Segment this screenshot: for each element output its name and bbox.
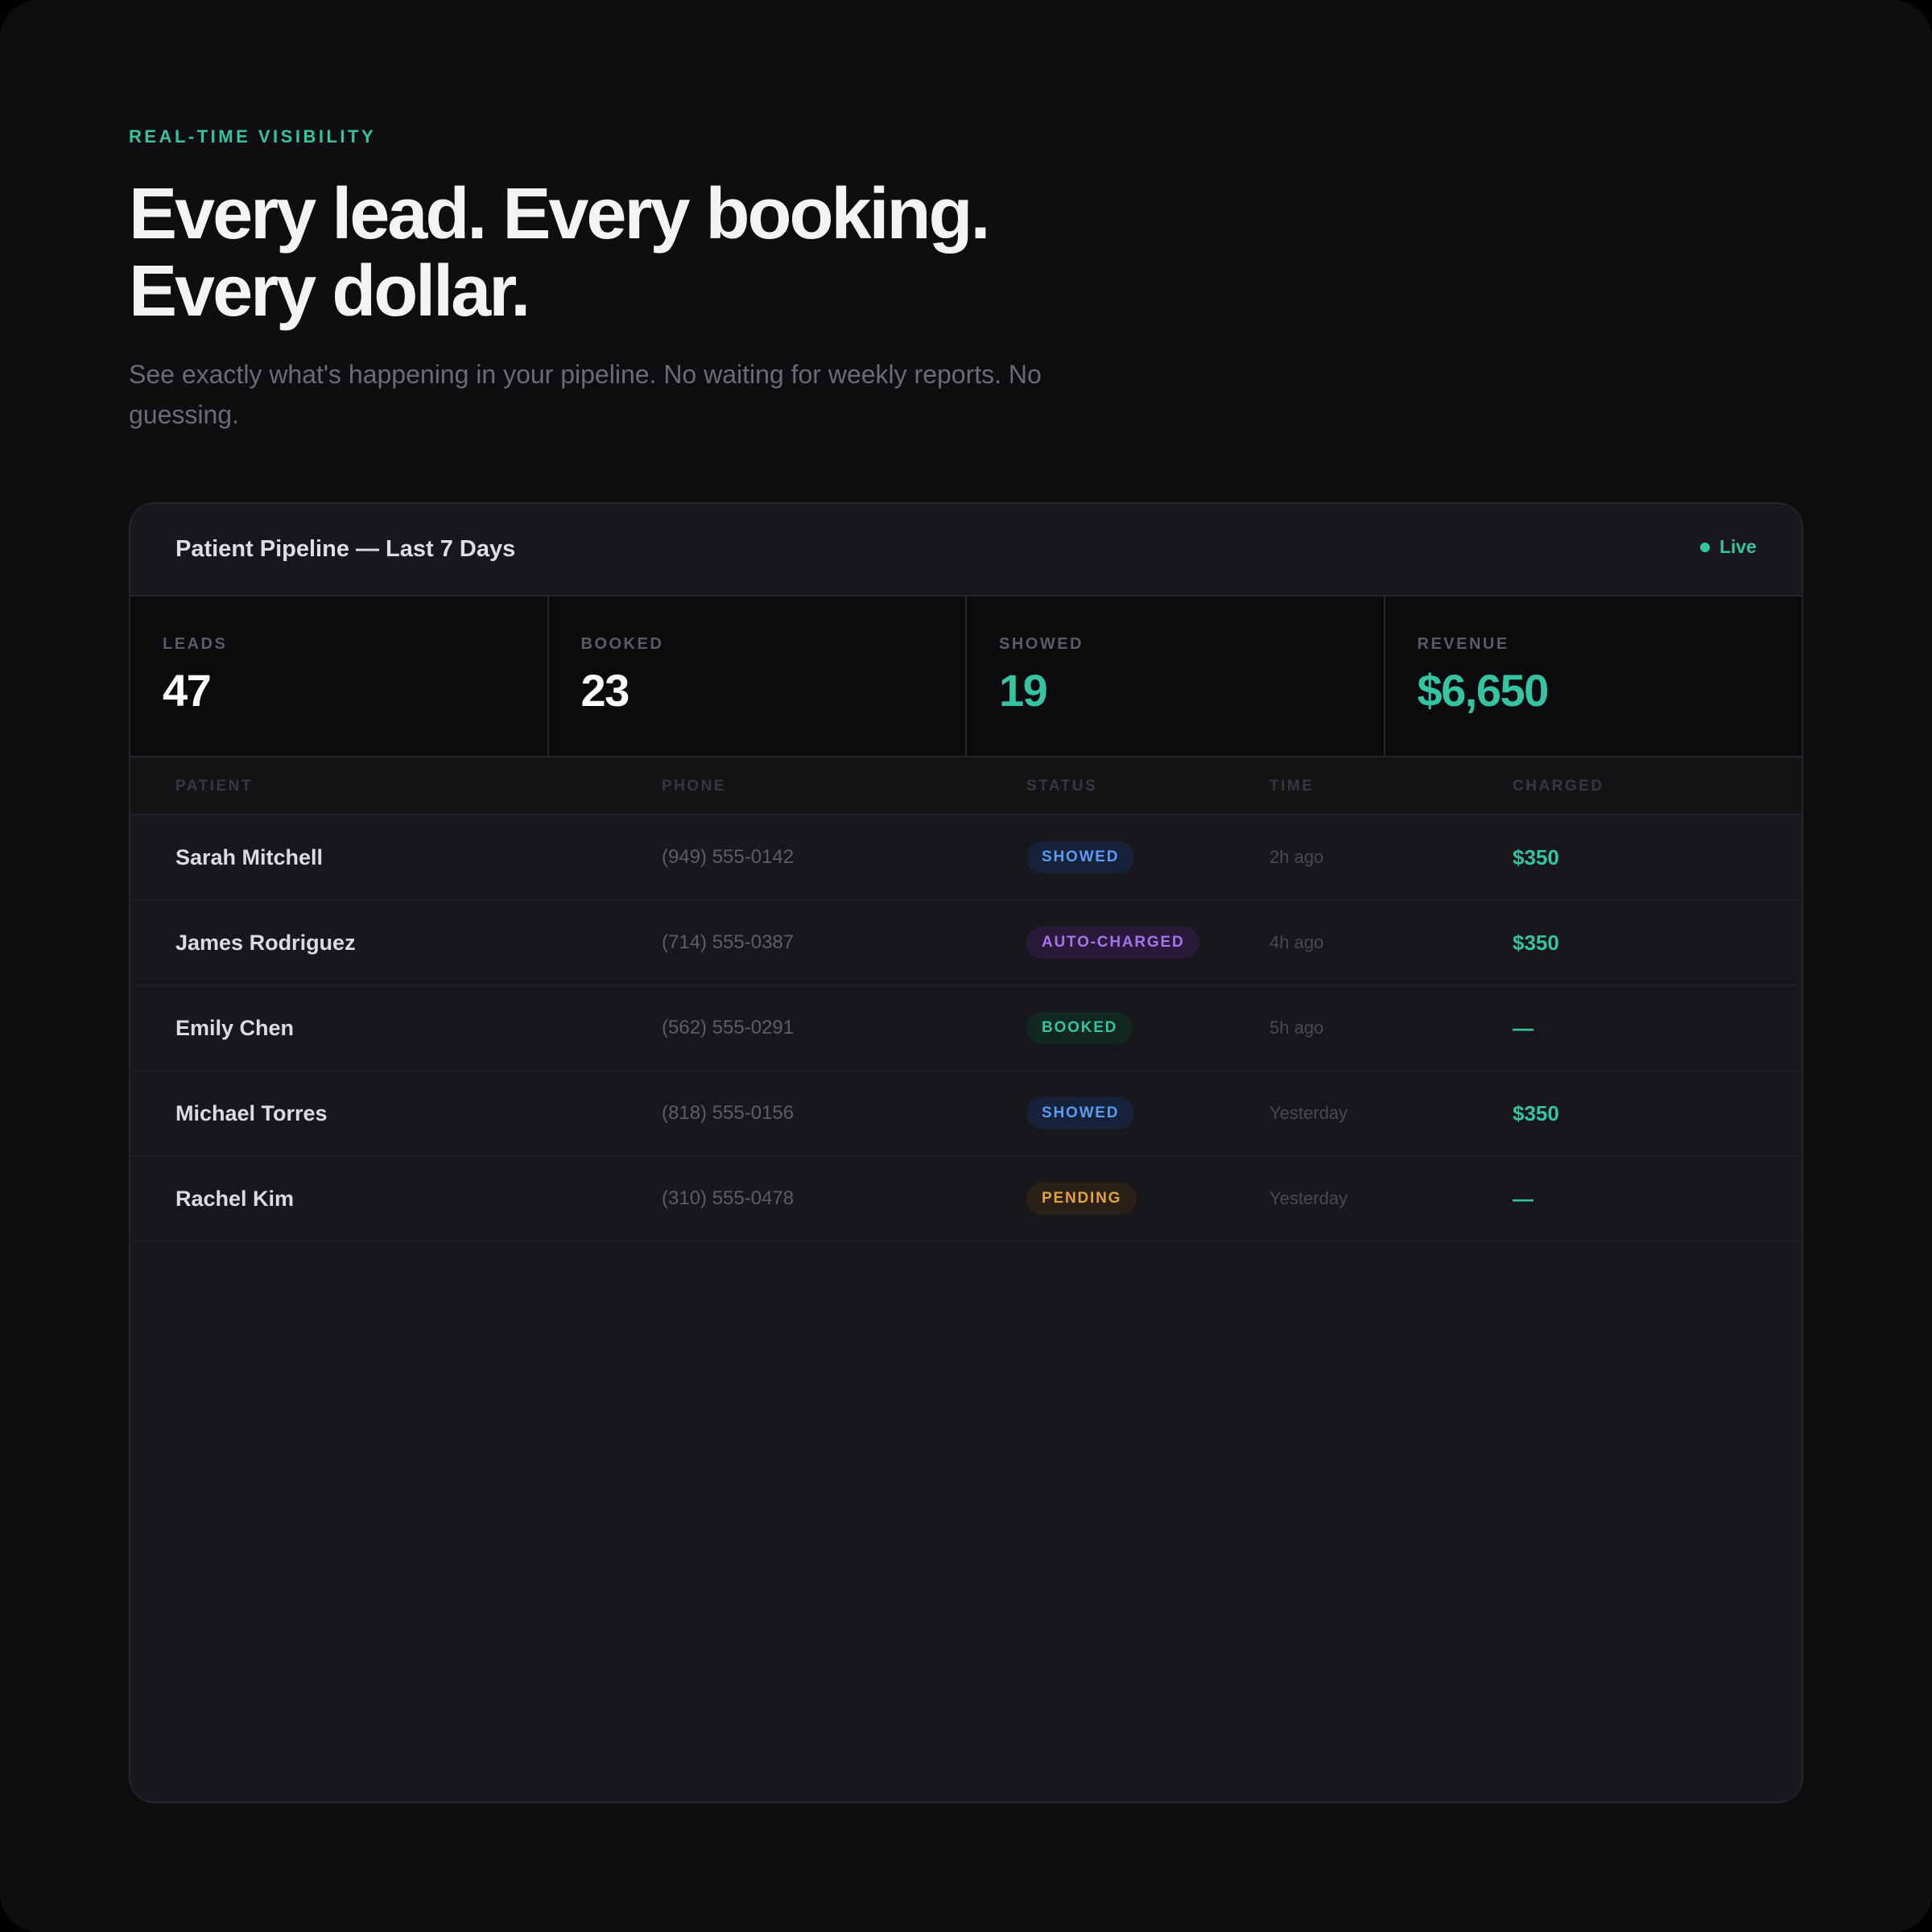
section-eyebrow: REAL-TIME VISIBILITY [129,126,377,147]
table-row[interactable]: Sarah Mitchell (949) 555-0142 SHOWED 2h … [130,815,1802,901]
row-time: Yesterday [1269,1188,1348,1208]
row-time: Yesterday [1269,1103,1348,1123]
patient-phone: (310) 555-0478 [662,1187,795,1209]
row-time: 5h ago [1269,1018,1324,1038]
status-cell: PENDING [1026,1157,1137,1241]
column-header-patient[interactable]: PATIENT [175,778,253,795]
column-header-charged[interactable]: CHARGED [1513,778,1604,795]
page-frame: REAL-TIME VISIBILITY Every lead. Every b… [0,0,1932,1932]
table-header: PATIENT PHONE STATUS TIME CHARGED [130,758,1802,815]
charged-amount: $350 [1513,844,1559,869]
status-cell: SHOWED [1026,815,1135,899]
status-cell: BOOKED [1026,986,1133,1070]
stat-value: 19 [999,665,1048,716]
status-badge: BOOKED [1026,1012,1133,1044]
card-header: Patient Pipeline — Last 7 Days Live [130,504,1802,597]
charged-amount: — [1513,1186,1534,1211]
column-header-time[interactable]: TIME [1269,778,1314,795]
charged-amount: $350 [1513,930,1559,955]
stat-label: REVENUE [1417,635,1509,653]
status-cell: SHOWED [1026,1071,1135,1155]
stat-label: BOOKED [580,635,664,653]
status-badge: SHOWED [1026,1097,1135,1129]
table-row[interactable]: Rachel Kim (310) 555-0478 PENDING Yester… [130,1157,1802,1242]
stat-showed: SHOWED 19 [967,597,1385,756]
patient-phone: (818) 555-0156 [662,1102,795,1124]
stat-value: 47 [163,665,212,716]
charged-amount: $350 [1513,1100,1559,1125]
pipeline-card: Patient Pipeline — Last 7 Days Live LEAD… [129,502,1803,1803]
column-header-phone[interactable]: PHONE [662,778,726,795]
page-headline: Every lead. Every booking. Every dollar. [129,175,1256,330]
stat-leads: LEADS 47 [130,597,549,756]
row-time: 4h ago [1269,932,1324,952]
stat-label: SHOWED [999,635,1084,653]
table-row[interactable]: James Rodriguez (714) 555-0387 AUTO-CHAR… [130,901,1802,986]
live-label: Live [1719,536,1757,557]
patient-name: James Rodriguez [175,930,356,955]
headline-line-2: Every dollar. [129,251,530,332]
status-badge: AUTO-CHARGED [1026,927,1200,959]
live-dot-icon [1699,542,1710,552]
status-cell: AUTO-CHARGED [1026,901,1200,985]
status-badge: PENDING [1026,1183,1137,1215]
stat-booked: BOOKED 23 [549,597,967,756]
stat-value: $6,650 [1417,665,1550,716]
charged-amount: — [1513,1015,1534,1040]
patient-phone: (714) 555-0387 [662,931,795,953]
stats-bar: LEADS 47 BOOKED 23 SHOWED 19 REVENUE $6,… [130,597,1802,758]
row-time: 2h ago [1269,847,1324,867]
patient-phone: (949) 555-0142 [662,846,795,868]
stat-revenue: REVENUE $6,650 [1385,597,1802,756]
stat-label: LEADS [163,635,228,653]
live-indicator: Live [1699,536,1757,558]
hero-subtitle: See exactly what's happening in your pip… [129,360,1042,429]
patient-phone: (562) 555-0291 [662,1017,795,1038]
table-row[interactable]: Michael Torres (818) 555-0156 SHOWED Yes… [130,1071,1802,1157]
column-header-status[interactable]: STATUS [1026,778,1097,795]
patient-name: Emily Chen [175,1015,295,1040]
table-row[interactable]: Emily Chen (562) 555-0291 BOOKED 5h ago … [130,986,1802,1071]
patient-name: Rachel Kim [175,1186,295,1211]
headline-line-1: Every lead. Every booking. [129,174,990,254]
card-title: Patient Pipeline — Last 7 Days [175,536,516,562]
table-body: Sarah Mitchell (949) 555-0142 SHOWED 2h … [130,815,1802,1242]
patient-name: Michael Torres [175,1100,328,1125]
patient-name: Sarah Mitchell [175,844,324,869]
stat-value: 23 [580,665,630,716]
status-badge: SHOWED [1026,841,1135,873]
